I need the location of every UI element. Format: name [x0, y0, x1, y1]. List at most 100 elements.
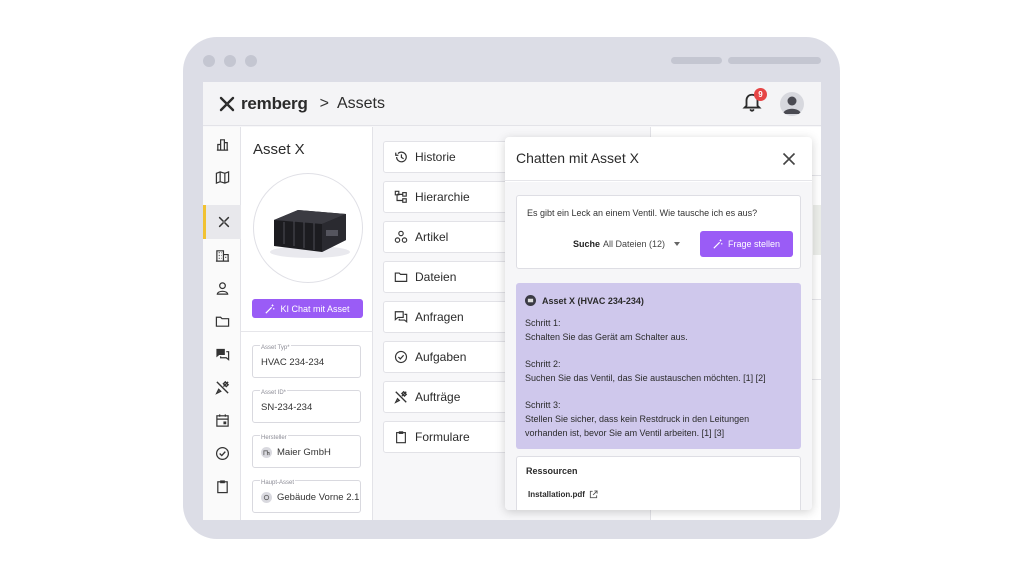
parts-icon — [394, 230, 408, 243]
work-orders-icon — [394, 390, 408, 404]
menu-label: Aufgaben — [415, 350, 467, 364]
external-link-icon — [589, 490, 598, 499]
sidebar-item-files[interactable] — [203, 304, 241, 338]
close-button[interactable] — [780, 150, 798, 168]
sidebar-item-requests[interactable] — [203, 337, 241, 371]
answer-step-label: Schritt 1: — [525, 318, 561, 328]
menu-label: Formulare — [415, 430, 470, 444]
menu-item-artikel[interactable]: Artikel — [383, 221, 523, 253]
breadcrumb-assets[interactable]: Assets — [337, 95, 385, 113]
answer-step-label: Schritt 2: — [525, 359, 561, 369]
organization-chip-icon — [261, 447, 272, 458]
asset-id-field[interactable]: Asset ID* SN-234-234 — [252, 390, 361, 423]
answer-step-label: Schritt 3: — [525, 400, 561, 410]
asset-image — [253, 173, 363, 283]
menu-item-auftraege[interactable]: Aufträge — [383, 381, 523, 413]
chevron-down-icon[interactable] — [674, 242, 680, 246]
requests-icon — [394, 311, 408, 323]
magic-wand-icon — [265, 303, 275, 314]
map-icon — [215, 170, 229, 184]
answer-step-text: Stellen Sie sicher, dass kein Restdruck … — [525, 414, 750, 424]
app-header: remberg > Assets 9 — [203, 82, 821, 126]
window-dot — [245, 55, 257, 67]
menu-item-formulare[interactable]: Formulare — [383, 421, 523, 453]
field-value: HVAC 234-234 — [261, 357, 324, 368]
asset-id-value: SN-234-234 — [261, 402, 313, 413]
answer-header: Asset X (HVAC 234-234) — [525, 295, 644, 306]
sidebar-item-contacts[interactable] — [203, 271, 241, 305]
menu-item-hierarchie[interactable]: Hierarchie — [383, 181, 523, 213]
sidebar — [203, 127, 241, 520]
divider — [811, 299, 821, 300]
asset-detail-panel: Asset X KI Chat mit Asset Asset Typ* HVA… — [241, 127, 373, 520]
field-value: SN-234-234 — [261, 402, 312, 413]
tools-icon — [214, 380, 229, 395]
tasks-icon — [394, 350, 408, 364]
menu-item-aufgaben[interactable]: Aufgaben — [383, 341, 523, 373]
resource-link-label: Installation.pdf — [528, 490, 585, 499]
field-value: Maier GmbH — [261, 447, 331, 458]
divider — [241, 331, 373, 332]
field-label: Hersteller — [260, 435, 288, 441]
brand-name: remberg — [241, 93, 308, 113]
contacts-icon — [216, 281, 228, 295]
menu-label: Hierarchie — [415, 190, 470, 204]
manufacturer-field[interactable]: Hersteller Maier GmbH — [252, 435, 361, 468]
brand-logo[interactable]: remberg — [219, 94, 308, 114]
search-label: Suche — [573, 239, 601, 249]
folder-icon — [215, 316, 229, 327]
menu-item-anfragen[interactable]: Anfragen — [383, 301, 523, 333]
resource-link[interactable]: Installation.pdf — [528, 490, 598, 499]
user-avatar-icon — [783, 96, 801, 114]
window-dot — [203, 55, 215, 67]
app-screen: remberg > Assets 9 Asset X KI Chat mit A… — [203, 82, 821, 520]
clipboard-icon — [216, 479, 228, 493]
menu-item-dateien[interactable]: Dateien — [383, 261, 523, 293]
window-bar — [671, 57, 722, 64]
ki-chat-label: KI Chat mit Asset — [280, 303, 350, 314]
menu-item-historie[interactable]: Historie — [383, 141, 523, 173]
hierarchy-icon — [394, 190, 407, 203]
field-label: Asset Typ* — [260, 345, 291, 351]
field-label: Asset ID* — [260, 390, 288, 396]
answer-card: Asset X (HVAC 234-234) Schritt 1: Schalt… — [516, 283, 801, 449]
answer-step-text: vorhanden ist, bevor Sie am Ventil arbei… — [525, 428, 725, 438]
asset-avatar-icon — [525, 295, 536, 306]
chat-icon — [215, 348, 229, 361]
field-value: Gebäude Vorne 2.1 — [261, 492, 359, 503]
sidebar-item-forms[interactable] — [203, 469, 241, 503]
question-input[interactable]: Es gibt ein Leck an einem Ventil. Wie ta… — [527, 208, 757, 218]
sidebar-item-assets[interactable] — [203, 205, 241, 239]
organizations-icon — [215, 249, 229, 262]
chat-header: Chatten mit Asset X — [505, 137, 812, 181]
sidebar-item-map[interactable] — [203, 160, 241, 194]
divider — [811, 379, 821, 380]
menu-label: Aufträge — [415, 390, 461, 404]
forms-icon — [396, 431, 406, 444]
sidebar-item-dashboard[interactable] — [203, 127, 241, 161]
ki-chat-button[interactable]: KI Chat mit Asset — [252, 299, 363, 318]
answer-step-text: Suchen Sie das Ventil, das Sie austausch… — [525, 373, 766, 383]
parent-asset-field[interactable]: Haupt-Asset Gebäude Vorne 2.1 — [252, 480, 361, 513]
sidebar-item-calendar[interactable] — [203, 403, 241, 437]
search-scope-select[interactable]: All Dateien (12) — [603, 239, 665, 249]
check-icon — [215, 446, 229, 460]
window-dots — [203, 55, 257, 67]
ask-question-button[interactable]: Frage stellen — [700, 231, 793, 257]
resources-card: Ressourcen Installation.pdf — [516, 456, 801, 510]
asset-type-field[interactable]: Asset Typ* HVAC 234-234 — [252, 345, 361, 378]
hvac-unit-image — [270, 210, 350, 258]
sidebar-item-tasks[interactable] — [203, 436, 241, 470]
menu-label: Artikel — [415, 230, 449, 244]
sidebar-item-organizations[interactable] — [203, 238, 241, 272]
answer-source: Asset X (HVAC 234-234) — [542, 295, 644, 306]
resources-title: Ressourcen — [526, 466, 578, 476]
chat-title: Chatten mit Asset X — [516, 150, 639, 166]
avatar[interactable] — [780, 92, 804, 116]
answer-step-text: Schalten Sie das Gerät am Schalter aus. — [525, 332, 688, 342]
breadcrumb-separator: > — [319, 94, 329, 112]
sidebar-item-work-orders[interactable] — [203, 370, 241, 404]
manufacturer-value: Maier GmbH — [277, 447, 331, 458]
map-preview — [813, 205, 821, 255]
folder-icon — [394, 272, 408, 282]
